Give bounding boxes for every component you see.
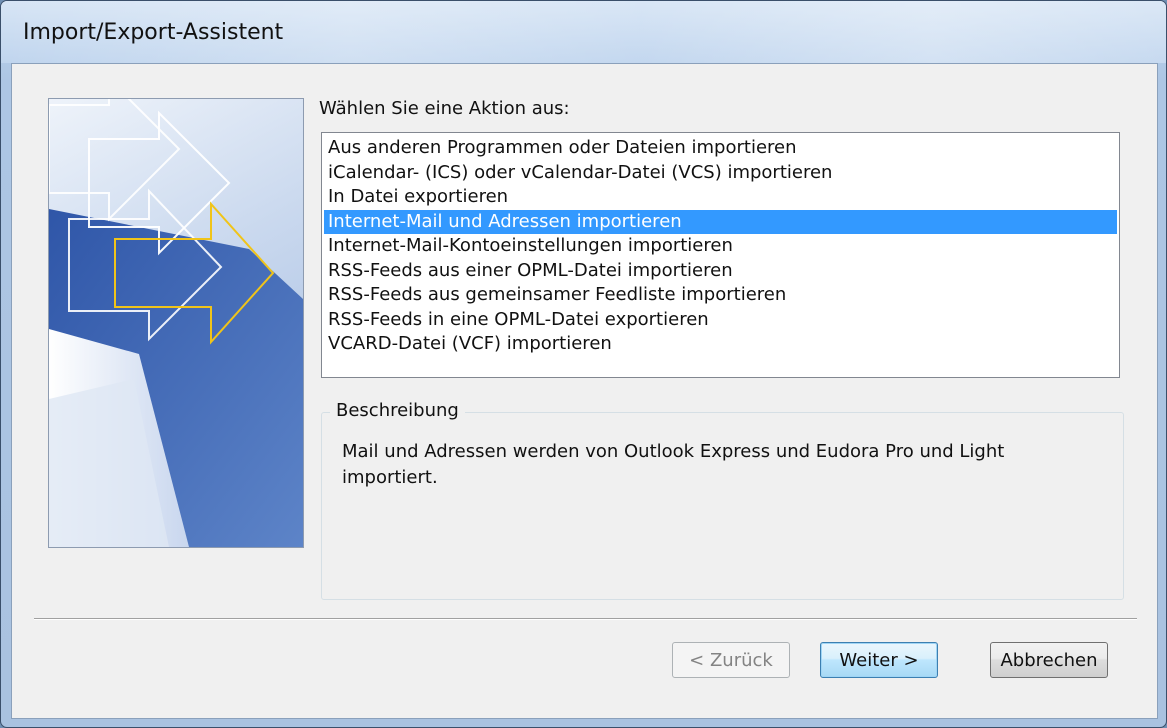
action-list-item[interactable]: Aus anderen Programmen oder Dateien impo…	[324, 136, 1117, 161]
action-list-item[interactable]: RSS-Feeds in eine OPML-Datei exportieren	[324, 308, 1117, 333]
action-list-item[interactable]: RSS-Feeds aus einer OPML-Datei importier…	[324, 259, 1117, 284]
next-button[interactable]: Weiter >	[820, 642, 938, 678]
import-export-wizard-window: Import/Export-Assistent Wählen Sie eine …	[0, 0, 1167, 728]
button-separator	[34, 618, 1137, 620]
wizard-arrows-graphic-icon	[48, 98, 304, 548]
action-list-item-selected[interactable]: Internet-Mail und Adressen importieren	[324, 209, 1117, 234]
action-list-item[interactable]: Internet-Mail-Kontoeinstellungen importi…	[324, 234, 1117, 259]
action-list-item[interactable]: In Datei exportieren	[324, 185, 1117, 210]
description-heading: Beschreibung	[330, 400, 465, 421]
back-button[interactable]: < Zurück	[672, 642, 790, 678]
cancel-button[interactable]: Abbrechen	[990, 642, 1108, 678]
description-text: Mail und Adressen werden von Outlook Exp…	[342, 441, 1005, 488]
action-prompt-label: Wählen Sie eine Aktion aus:	[319, 98, 570, 119]
description-group: Beschreibung Mail und Adressen werden vo…	[321, 400, 1124, 600]
action-list-item[interactable]: RSS-Feeds aus gemeinsamer Feedliste impo…	[324, 283, 1117, 308]
action-list-item[interactable]: VCARD-Datei (VCF) importieren	[324, 332, 1117, 357]
action-list-item[interactable]: iCalendar- (ICS) oder vCalendar-Datei (V…	[324, 161, 1117, 186]
window-title: Import/Export-Assistent	[23, 20, 284, 45]
title-bar[interactable]: Import/Export-Assistent	[1, 1, 1166, 63]
dialog-body: Wählen Sie eine Aktion aus: Aus anderen …	[11, 63, 1158, 719]
action-listbox[interactable]: Aus anderen Programmen oder Dateien impo…	[321, 132, 1120, 378]
